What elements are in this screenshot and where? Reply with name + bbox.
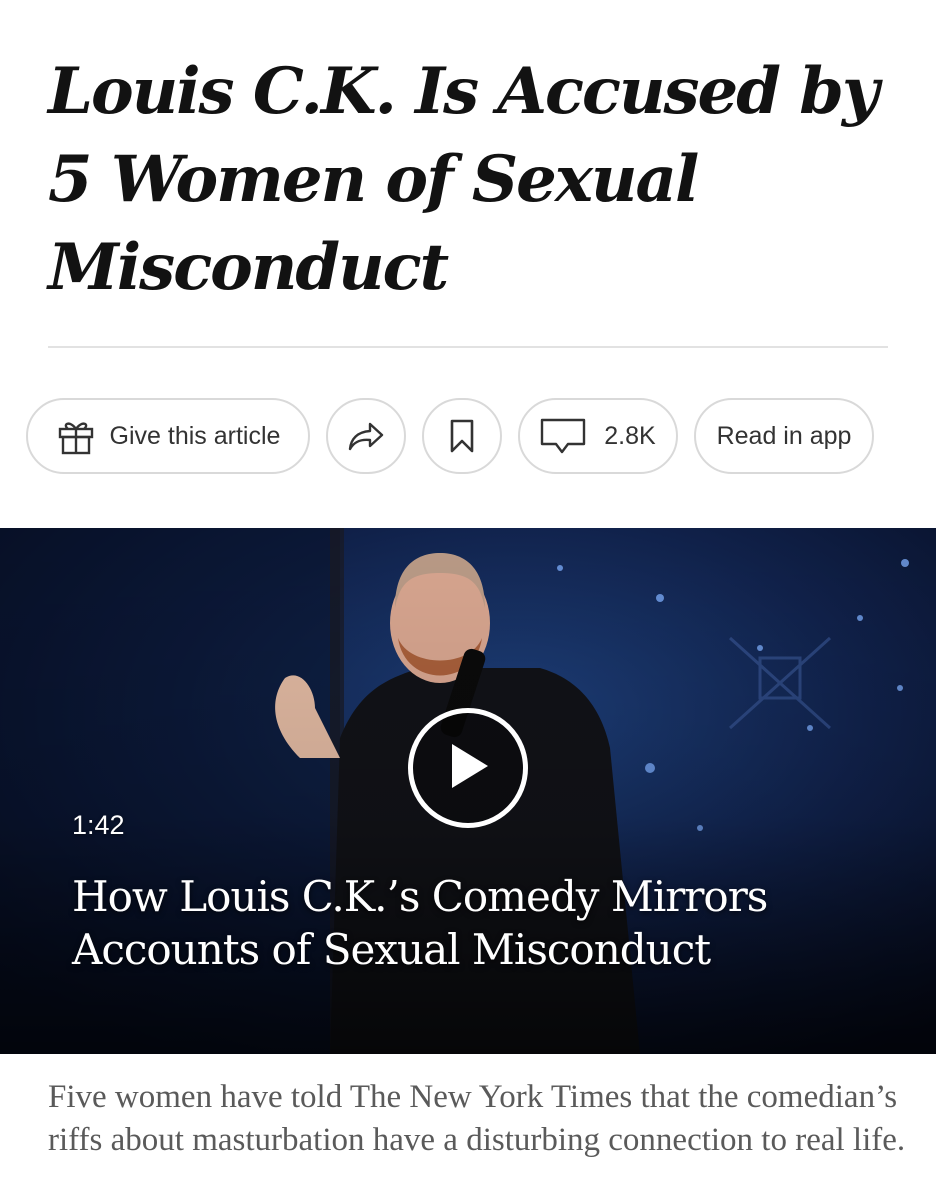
article-headline: Louis C.K. Is Accused by 5 Women of Sexu… (48, 54, 879, 305)
bookmark-icon (449, 419, 475, 453)
comments-button[interactable]: 2.8K (518, 398, 678, 474)
save-button[interactable] (422, 398, 502, 474)
headline-divider (48, 346, 888, 348)
video-duration: 1:42 (72, 810, 125, 840)
article-summary: Five women have told The New York Times … (48, 1079, 906, 1158)
comment-icon (540, 418, 586, 454)
give-article-label: Give this article (109, 421, 281, 450)
read-in-app-button[interactable]: Read in app (694, 398, 874, 474)
comment-count: 2.8K (604, 421, 656, 450)
play-icon (444, 740, 492, 797)
share-icon (348, 421, 384, 451)
read-in-app-label: Read in app (716, 421, 852, 450)
video-player[interactable]: 1:42 How Louis C.K.’s Comedy Mirrors Acc… (0, 528, 936, 1054)
video-title[interactable]: How Louis C.K.’s Comedy Mirrors Accounts… (72, 870, 872, 976)
share-button[interactable] (326, 398, 406, 474)
give-article-button[interactable]: Give this article (26, 398, 310, 474)
play-button[interactable] (408, 708, 528, 828)
gift-icon (56, 416, 96, 456)
